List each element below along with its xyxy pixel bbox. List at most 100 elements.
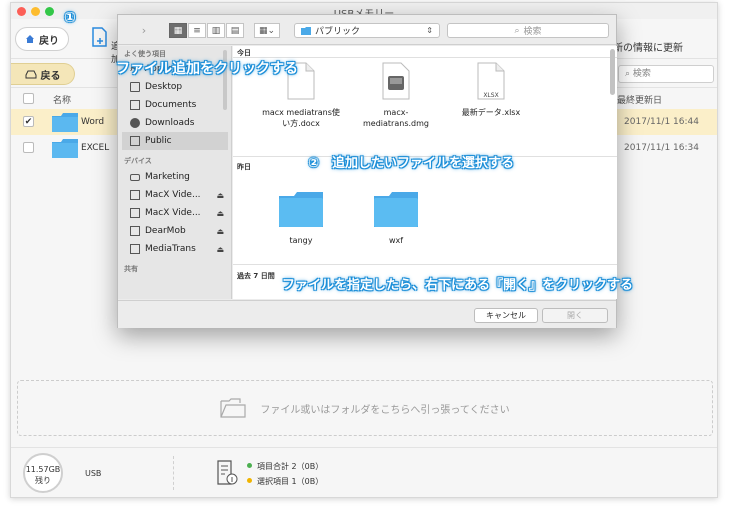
- search-input[interactable]: ⌕ 検索: [618, 65, 714, 83]
- sidebar-label: MediaTrans: [145, 244, 196, 254]
- add-file-icon: [92, 27, 107, 47]
- folder-icon: [374, 192, 418, 227]
- file-date: 2017/11/1 16:44: [624, 117, 699, 127]
- selected-items: 選択項目 1（0B）: [257, 477, 324, 486]
- sidebar-item-documents[interactable]: Documents: [130, 96, 228, 114]
- sidebar-label: MacX Vide...: [145, 208, 201, 218]
- location-popup[interactable]: パブリック ⇕: [294, 23, 440, 38]
- divider: [233, 264, 617, 265]
- row-checkbox[interactable]: [23, 142, 34, 153]
- folder-item[interactable]: wxf: [348, 192, 444, 246]
- storage-value: 11.57GB: [25, 465, 61, 474]
- location-label: パブリック: [315, 27, 361, 37]
- main-scrollbar[interactable]: [610, 49, 615, 95]
- dialog-sidebar: よく使う項目 ⍲ Applications Desktop Documents D…: [118, 46, 232, 299]
- back-button-secondary[interactable]: 戻る: [11, 63, 75, 85]
- row-checkbox[interactable]: ✔: [23, 116, 34, 127]
- file-item[interactable]: XLSX 最新データ.xlsx: [443, 62, 539, 118]
- dialog-toolbar: › ▦ ≡ ▥ ▤ ▦⌄ パブリック ⇕ ⌕ 検索: [118, 15, 616, 45]
- sidebar-item-macx-2[interactable]: MacX Vide... ⏏: [130, 204, 228, 222]
- eject-icon[interactable]: ⏏: [216, 245, 224, 254]
- list-view-icon[interactable]: ≡: [188, 23, 206, 38]
- group-yesterday: 昨日: [237, 163, 251, 171]
- sidebar-label: Marketing: [145, 172, 190, 182]
- back-button[interactable]: 戻り: [15, 27, 69, 51]
- select-all-checkbox[interactable]: [23, 93, 34, 104]
- sidebar-item-downloads[interactable]: Downloads: [130, 114, 228, 132]
- file-name: Word: [81, 117, 105, 127]
- storage-label: 残り: [35, 476, 51, 485]
- cancel-button[interactable]: キャンセル: [474, 308, 538, 323]
- eject-icon[interactable]: ⏏: [216, 209, 224, 218]
- dialog-footer: キャンセル 開く: [118, 300, 616, 328]
- computer-icon: [130, 173, 140, 181]
- search-icon: ⌕: [514, 25, 520, 36]
- file-info-icon: [217, 460, 238, 485]
- sidebar-label: Public: [145, 136, 172, 146]
- folder-item-label: tangy: [289, 236, 313, 245]
- folder-icon: [301, 26, 311, 35]
- sidebar-label: Desktop: [145, 82, 183, 92]
- folder-item-label: wxf: [388, 236, 404, 245]
- storage-gauge: 11.57GB 残り: [23, 453, 63, 493]
- folder-outline-icon: [220, 398, 246, 418]
- drive-icon: [130, 244, 140, 254]
- column-modified[interactable]: 最終更新日: [617, 93, 662, 106]
- step1-annotation: ファイル追加をクリックする: [116, 61, 298, 77]
- sidebar-label: Documents: [145, 100, 197, 110]
- folder-icon: [279, 192, 323, 227]
- total-dot: [247, 463, 252, 468]
- drive-icon: [130, 208, 140, 218]
- sidebar-item-macx-1[interactable]: MacX Vide... ⏏: [130, 186, 228, 204]
- sidebar-label: MacX Vide...: [145, 190, 201, 200]
- documents-icon: [130, 100, 140, 110]
- arrange-menu-icon[interactable]: ▦⌄: [254, 23, 280, 38]
- selected-dot: [247, 478, 252, 483]
- divider: [173, 456, 174, 490]
- sidebar-item-desktop[interactable]: Desktop: [130, 78, 228, 96]
- sidebar-item-marketing[interactable]: Marketing: [130, 168, 228, 186]
- folder-icon: [52, 139, 78, 158]
- folder-icon: [52, 113, 78, 132]
- home-icon: [26, 35, 34, 43]
- desktop-icon: [130, 82, 140, 92]
- gallery-view-icon[interactable]: ▤: [226, 23, 244, 38]
- dialog-search-placeholder: 検索: [523, 27, 542, 37]
- drive-icon: [130, 226, 140, 236]
- folder-item[interactable]: tangy: [253, 192, 349, 246]
- search-icon: ⌕: [625, 69, 633, 79]
- file-item-label: macx mediatrans使 い方.docx: [262, 108, 340, 128]
- devices-header: デバイス: [124, 157, 152, 165]
- drop-zone-text: ファイル或いはフォルダをこちらへ引っ張ってください: [260, 404, 510, 416]
- file-item-label: 最新データ.xlsx: [461, 108, 521, 117]
- sidebar-item-mediatrans[interactable]: MediaTrans ⏏: [130, 240, 228, 258]
- forward-icon[interactable]: ›: [136, 23, 152, 38]
- file-date: 2017/11/1 16:34: [624, 143, 699, 153]
- dialog-file-browser: 今日 macx mediatrans使 い方.docx macx- mediat…: [233, 46, 617, 299]
- xlsx-badge: XLSX: [483, 92, 499, 99]
- file-item[interactable]: macx- mediatrans.dmg: [348, 62, 444, 129]
- icon-view-icon[interactable]: ▦: [169, 23, 187, 38]
- status-footer: 11.57GB 残り USB 項目合計 2（0B） 選択項目 1（0B）: [11, 447, 717, 497]
- item-summary: 項目合計 2（0B） 選択項目 1（0B）: [247, 459, 323, 489]
- updown-chevron-icon: ⇕: [426, 26, 433, 35]
- drive-icon: [130, 190, 140, 200]
- downloads-icon: [130, 118, 140, 128]
- file-item-label: macx- mediatrans.dmg: [363, 108, 429, 128]
- step2-annotation: ② 追加したいファイルを選択する: [308, 156, 515, 171]
- search-placeholder: 検索: [632, 69, 651, 79]
- eject-icon[interactable]: ⏏: [216, 191, 224, 200]
- column-view-icon[interactable]: ▥: [207, 23, 225, 38]
- dialog-search-input[interactable]: ⌕ 検索: [447, 23, 609, 38]
- sidebar-item-dearmob[interactable]: DearMob ⏏: [130, 222, 228, 240]
- column-name[interactable]: 名称: [53, 93, 71, 106]
- disk-image-icon: [382, 62, 410, 100]
- drive-icon: [25, 70, 36, 79]
- group-last7: 過去 7 日間: [237, 272, 275, 280]
- open-button[interactable]: 開く: [542, 308, 608, 323]
- step3-annotation: ファイルを指定したら、右下にある『開く』をクリックする: [282, 278, 634, 293]
- sidebar-item-public[interactable]: Public: [122, 132, 228, 150]
- eject-icon[interactable]: ⏏: [216, 227, 224, 236]
- drop-zone[interactable]: ファイル或いはフォルダをこちらへ引っ張ってください: [17, 380, 713, 436]
- add-button[interactable]: 追加: [91, 27, 120, 65]
